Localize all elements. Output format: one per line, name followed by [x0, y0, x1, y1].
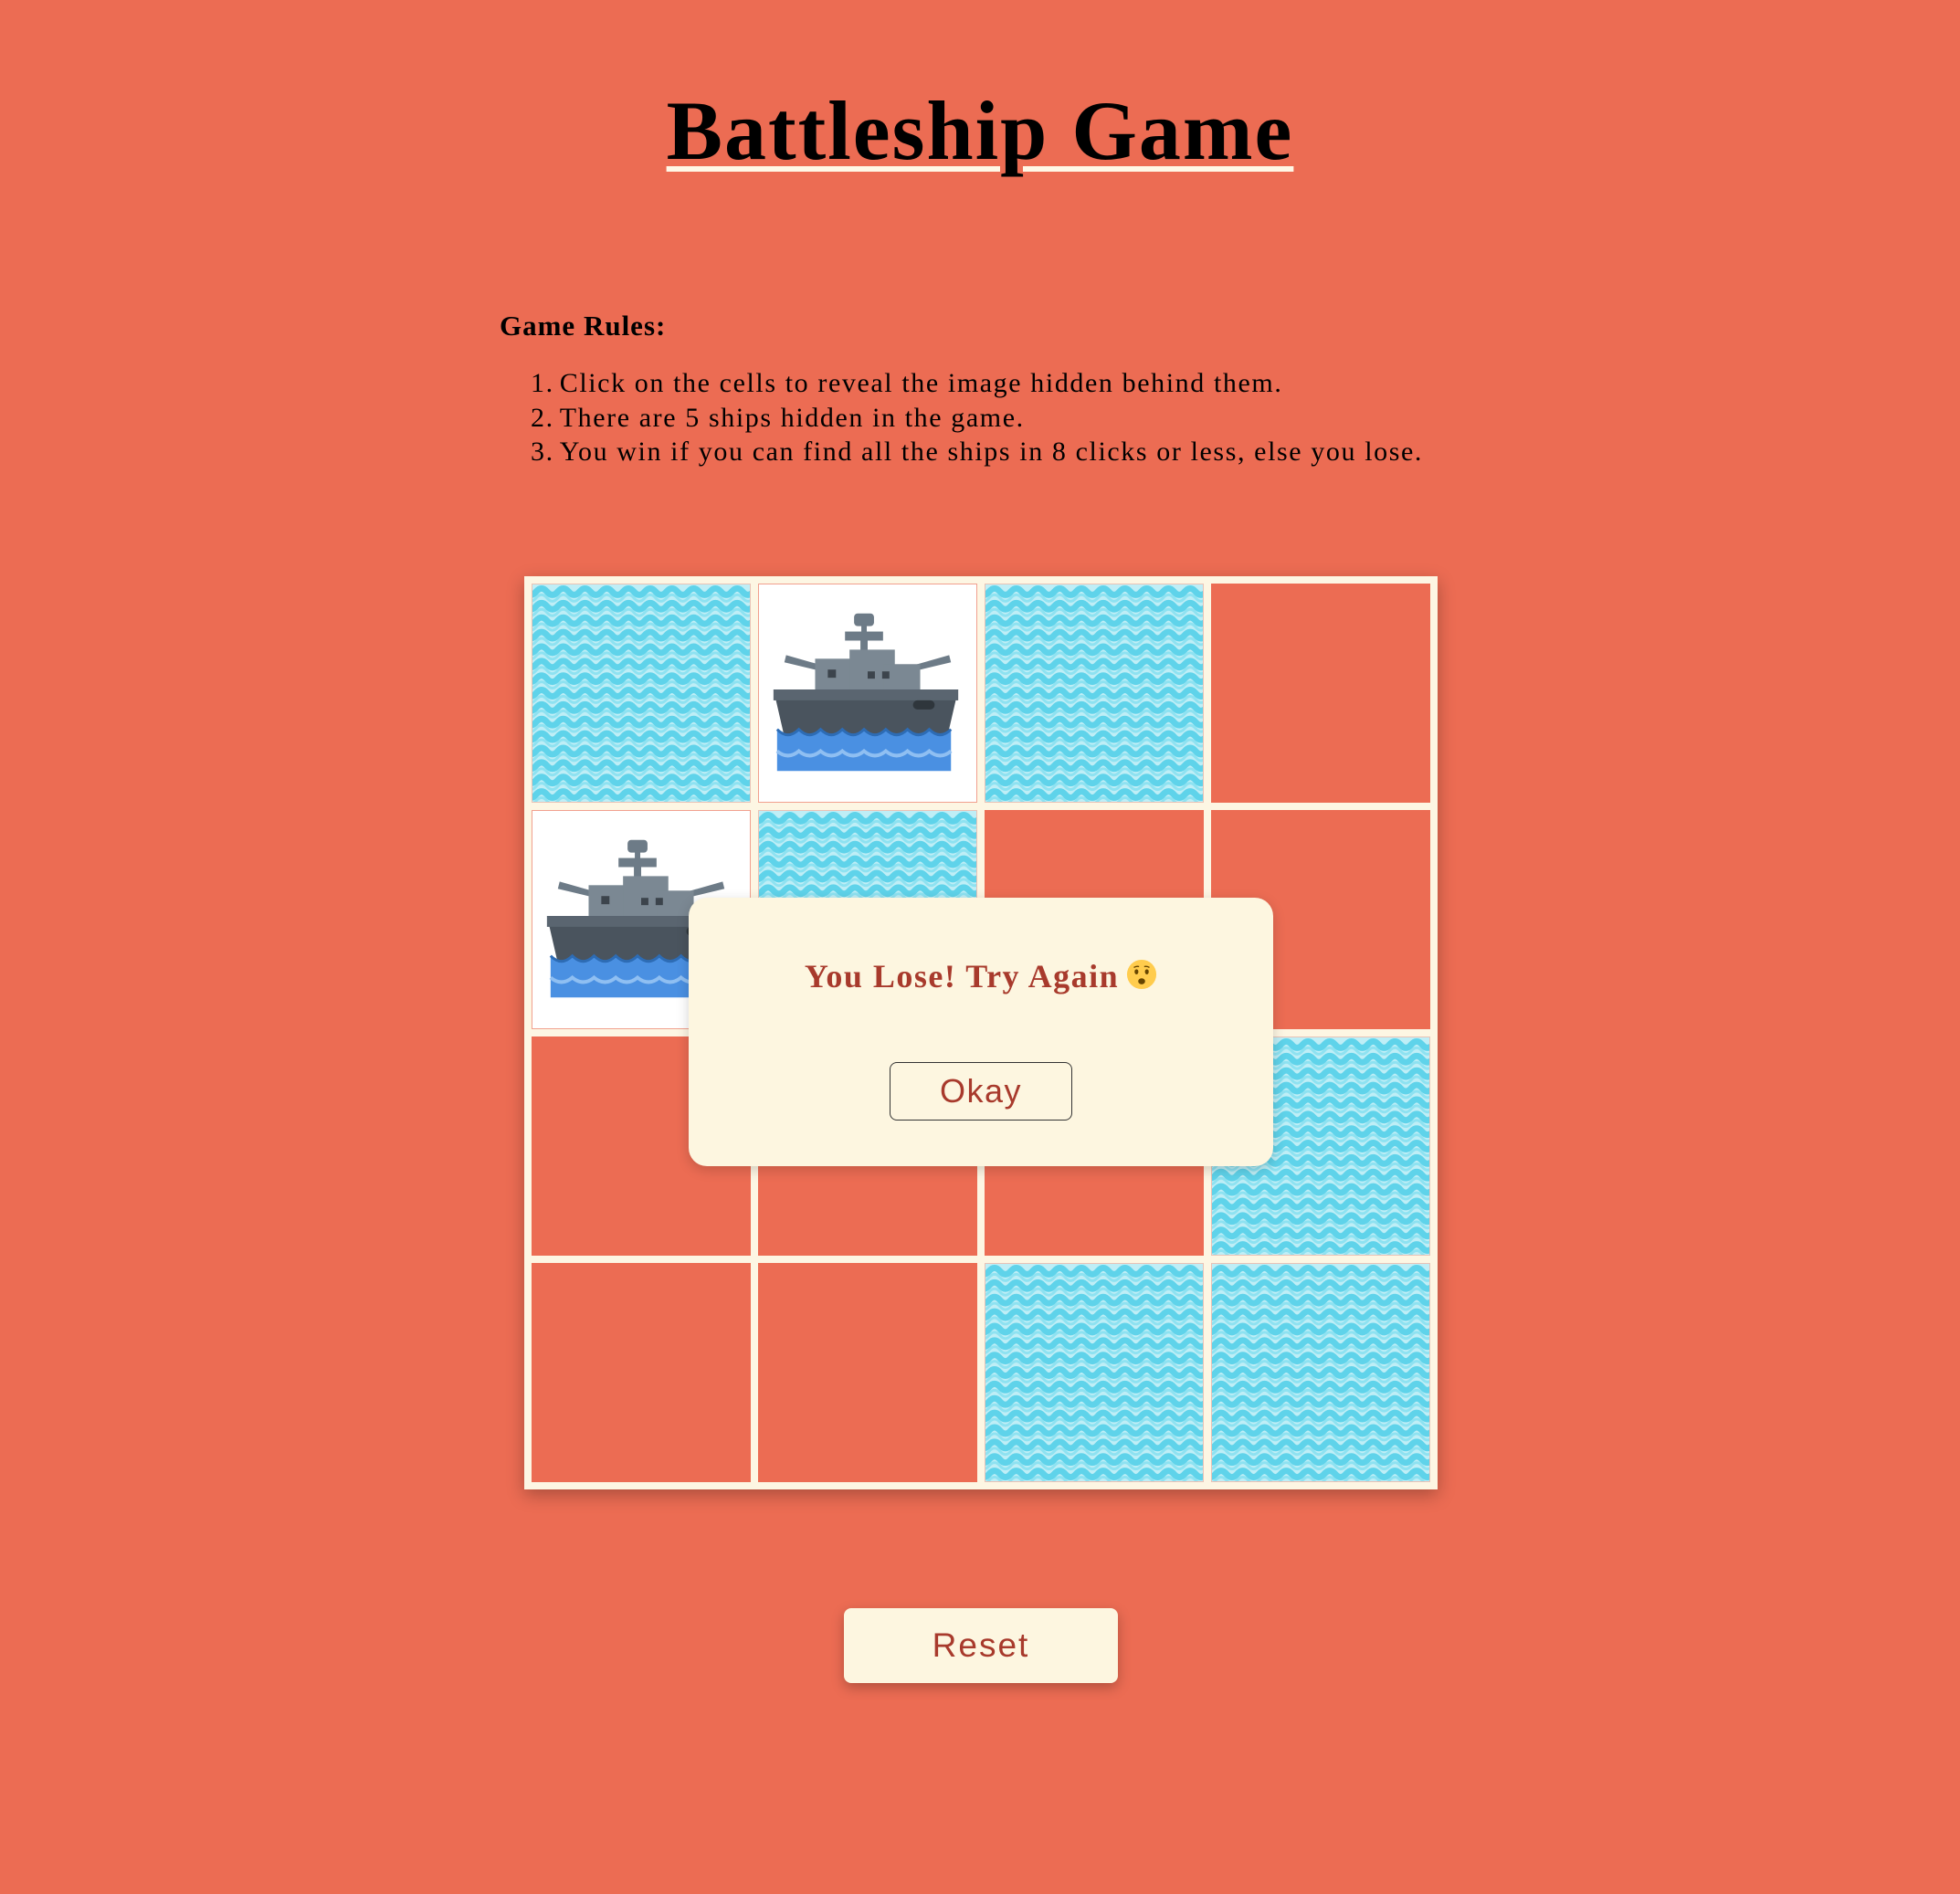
- rule-item: 3. You win if you can find all the ships …: [531, 435, 1423, 469]
- rule-number: 1.: [531, 368, 554, 398]
- rule-text: Click on the cells to reveal the image h…: [559, 368, 1283, 398]
- rule-number: 3.: [531, 437, 554, 467]
- worried-face-icon: [1127, 959, 1157, 990]
- water-pattern-icon: [985, 1264, 1203, 1481]
- water-pattern-icon: [985, 584, 1203, 802]
- board-cell-hidden[interactable]: [758, 1263, 977, 1482]
- rule-text: You win if you can find all the ships in…: [559, 437, 1424, 467]
- water-pattern-icon: [532, 584, 750, 802]
- board-cell-ship[interactable]: [758, 584, 977, 803]
- board-cell-water[interactable]: [532, 584, 751, 803]
- board-cell-hidden[interactable]: [532, 1263, 751, 1482]
- rule-text: There are 5 ships hidden in the game.: [559, 402, 1025, 433]
- result-modal: You Lose! Try Again Okay: [689, 898, 1273, 1166]
- rule-item: 1. Click on the cells to reveal the image…: [531, 366, 1423, 401]
- battleship-icon: [773, 613, 959, 772]
- reset-button[interactable]: Reset: [844, 1608, 1118, 1683]
- board-cell-water[interactable]: [985, 584, 1204, 803]
- rule-number: 2.: [531, 402, 554, 433]
- result-message: You Lose! Try Again: [689, 954, 1273, 998]
- board-cell-hidden[interactable]: [1211, 584, 1430, 803]
- game-rules: Game Rules: 1. Click on the cells to reve…: [500, 306, 1423, 469]
- rules-list: 1. Click on the cells to reveal the image…: [500, 366, 1423, 469]
- board-cell-water[interactable]: [985, 1263, 1204, 1482]
- result-text: You Lose! Try Again: [804, 958, 1120, 994]
- rules-heading: Game Rules:: [500, 310, 667, 342]
- water-pattern-icon: [1212, 1264, 1429, 1481]
- rule-item: 2. There are 5 ships hidden in the game.: [531, 401, 1423, 436]
- page-title: Battleship Game: [666, 84, 1294, 177]
- board-cell-water[interactable]: [1211, 1263, 1430, 1482]
- okay-button[interactable]: Okay: [890, 1062, 1072, 1121]
